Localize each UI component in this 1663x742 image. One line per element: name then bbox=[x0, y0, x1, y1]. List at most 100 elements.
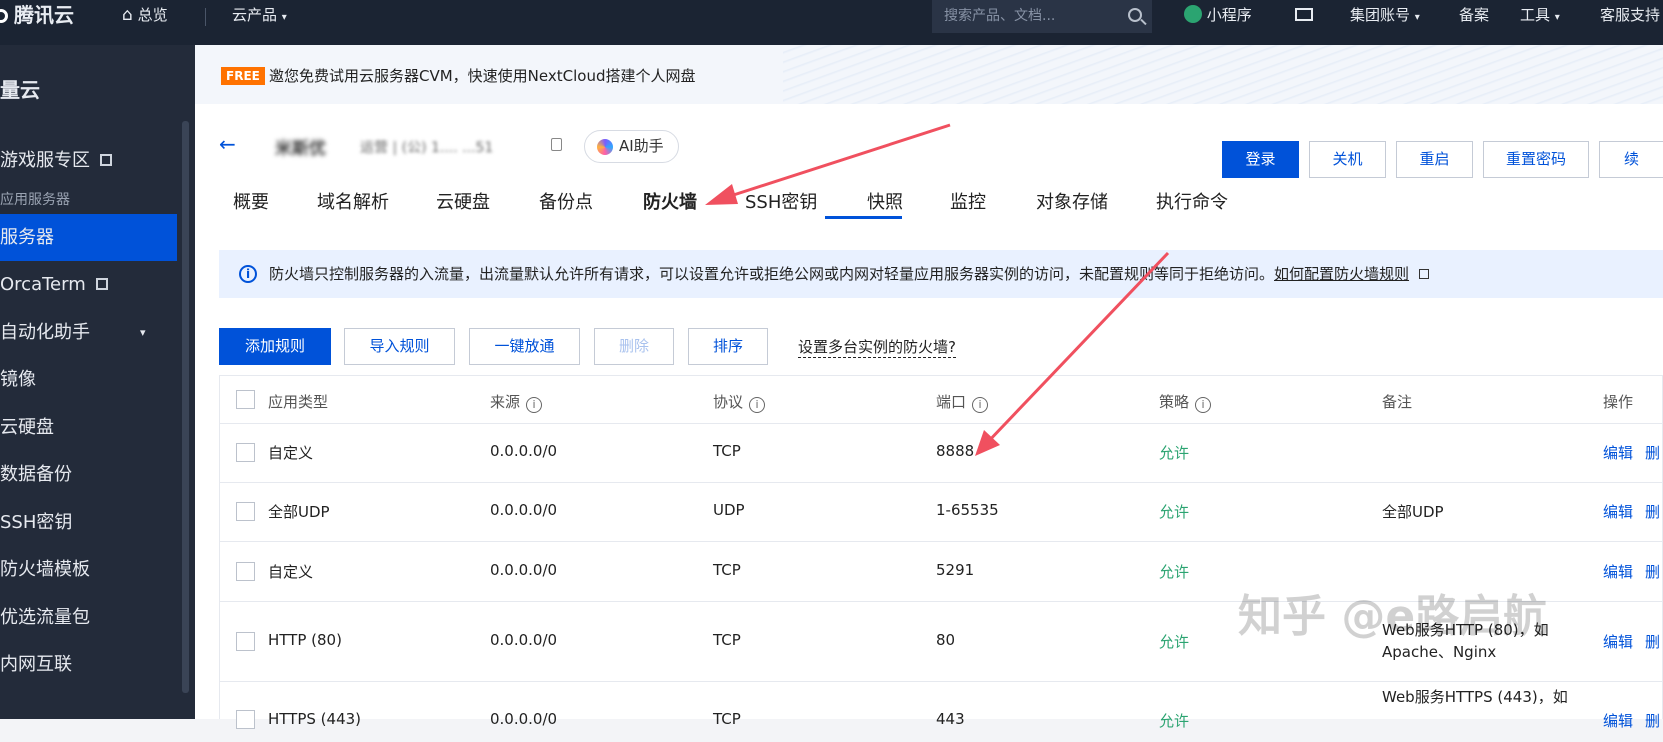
row-checkbox[interactable] bbox=[236, 562, 255, 581]
edit-link[interactable]: 编辑 bbox=[1603, 442, 1633, 463]
row-checkbox[interactable] bbox=[236, 710, 255, 729]
cell-source: 0.0.0.0/0 bbox=[490, 710, 558, 728]
firewall-help-link[interactable]: 如何配置防火墙规则 bbox=[1274, 265, 1409, 283]
cell-policy: 允许 bbox=[1159, 563, 1190, 581]
row-checkbox[interactable] bbox=[236, 443, 255, 462]
tab-snapshots[interactable]: 快照 bbox=[867, 188, 903, 214]
one-click-open-button[interactable]: 一键放通 bbox=[469, 328, 580, 365]
search-icon[interactable] bbox=[1128, 8, 1142, 22]
row-checkbox[interactable] bbox=[236, 502, 255, 521]
products-menu[interactable]: 云产品 ▾ bbox=[232, 0, 287, 45]
sidebar: 量云 游戏服专区 应用服务器 服务器 OrcaTerm 自动化助手 ▾ 镜像 云硬… bbox=[0, 45, 195, 719]
tools-menu[interactable]: 工具 ▾ bbox=[1520, 0, 1560, 45]
sidebar-scrollbar[interactable] bbox=[182, 121, 189, 693]
header-remark: 备注 bbox=[1382, 393, 1413, 411]
header-protocol: 协议 i bbox=[713, 391, 766, 413]
copy-icon[interactable] bbox=[551, 138, 562, 151]
external-link-icon bbox=[100, 154, 112, 166]
delete-link[interactable]: 删 bbox=[1645, 442, 1660, 463]
sidebar-item-images[interactable]: 镜像 bbox=[0, 356, 177, 403]
sidebar-item-traffic-packages[interactable]: 优选流量包 bbox=[0, 594, 177, 641]
cell-remark: Web服务HTTPS (443)，如 bbox=[1382, 688, 1568, 706]
edit-link[interactable]: 编辑 bbox=[1603, 501, 1633, 522]
cell-protocol: TCP bbox=[713, 561, 741, 579]
tab-overview[interactable]: 概要 bbox=[233, 188, 269, 214]
chevron-down-icon: ▾ bbox=[140, 326, 146, 339]
header-app-type: 应用类型 bbox=[268, 393, 329, 411]
header-port: 端口 i bbox=[936, 391, 989, 413]
sidebar-item-ssh-keys[interactable]: SSH密钥 bbox=[0, 499, 177, 546]
cell-port: 443 bbox=[936, 710, 965, 728]
support-link[interactable]: 客服支持 bbox=[1600, 0, 1660, 45]
sidebar-item-backup[interactable]: 数据备份 bbox=[0, 451, 177, 498]
row-checkbox[interactable] bbox=[236, 632, 255, 651]
overview-link[interactable]: ⌂ 总览 bbox=[122, 0, 168, 45]
tab-run-command[interactable]: 执行命令 bbox=[1156, 188, 1228, 214]
tencent-cloud-logo[interactable]: 腾讯云 bbox=[0, 0, 74, 45]
shutdown-button[interactable]: 关机 bbox=[1309, 141, 1386, 178]
tab-monitoring[interactable]: 监控 bbox=[950, 188, 986, 214]
cell-protocol: TCP bbox=[713, 710, 741, 728]
sort-button[interactable]: 排序 bbox=[688, 328, 768, 365]
cell-protocol: UDP bbox=[713, 501, 745, 519]
edit-link[interactable]: 编辑 bbox=[1603, 561, 1633, 582]
group-account-menu[interactable]: 集团账号 ▾ bbox=[1350, 0, 1420, 45]
help-icon[interactable]: i bbox=[526, 397, 543, 413]
multi-instance-firewall-link[interactable]: 设置多台实例的防火墙? bbox=[798, 336, 956, 358]
banner-decoration bbox=[783, 45, 1663, 104]
tab-firewall[interactable]: 防火墙 bbox=[643, 188, 697, 214]
search-input[interactable]: 搜索产品、文档... bbox=[932, 0, 1152, 33]
beian-link[interactable]: 备案 bbox=[1459, 0, 1489, 45]
cell-app-type: HTTPS (443) bbox=[268, 710, 362, 728]
chevron-down-icon: ▾ bbox=[281, 12, 287, 23]
restart-button[interactable]: 重启 bbox=[1396, 141, 1473, 178]
add-rule-button[interactable]: 添加规则 bbox=[219, 328, 331, 365]
help-icon[interactable]: i bbox=[749, 397, 766, 413]
tab-ssh-keys[interactable]: SSH密钥 bbox=[745, 188, 817, 214]
reset-password-button[interactable]: 重置密码 bbox=[1483, 141, 1589, 178]
tab-object-storage[interactable]: 对象存储 bbox=[1036, 188, 1108, 214]
table-row: HTTPS (443) 0.0.0.0/0 TCP 443 允许 Web服务HT… bbox=[220, 682, 1663, 742]
sidebar-item-automation[interactable]: 自动化助手 ▾ bbox=[0, 309, 177, 356]
instance-name: 米斯优 bbox=[275, 139, 326, 159]
ai-assistant-button[interactable]: AI助手 bbox=[584, 130, 679, 163]
table-header: 应用类型 来源 i 协议 i 端口 i 策略 i 备注 操作 bbox=[220, 376, 1663, 424]
sidebar-item-firewall-templates[interactable]: 防火墙模板 bbox=[0, 546, 177, 593]
delete-link[interactable]: 删 bbox=[1645, 561, 1660, 582]
delete-link[interactable]: 删 bbox=[1645, 710, 1660, 731]
help-icon[interactable]: i bbox=[972, 397, 989, 413]
sidebar-item-servers[interactable]: 服务器 bbox=[0, 214, 177, 261]
edit-link[interactable]: 编辑 bbox=[1603, 710, 1633, 731]
miniprogram-link[interactable]: 小程序 bbox=[1184, 0, 1252, 45]
delete-button[interactable]: 删除 bbox=[594, 328, 674, 365]
cell-app-type: HTTP (80) bbox=[268, 631, 342, 649]
active-tab-indicator bbox=[825, 216, 902, 219]
promo-banner[interactable]: FREE 邀您免费试用云服务器CVM，快速使用NextCloud搭建个人网盘 bbox=[195, 45, 1663, 104]
sidebar-item-intranet[interactable]: 内网互联 bbox=[0, 641, 177, 688]
login-button[interactable]: 登录 bbox=[1222, 141, 1299, 178]
back-arrow-icon[interactable]: ← bbox=[219, 132, 236, 156]
renew-button[interactable]: 续 bbox=[1599, 141, 1663, 178]
cloud-logo-icon bbox=[0, 9, 8, 23]
tab-backups[interactable]: 备份点 bbox=[539, 188, 593, 214]
tab-dns[interactable]: 域名解析 bbox=[317, 188, 389, 214]
sidebar-item-game-zone[interactable]: 游戏服专区 bbox=[0, 137, 177, 184]
edit-link[interactable]: 编辑 bbox=[1603, 631, 1633, 652]
cell-port: 80 bbox=[936, 631, 956, 649]
import-rule-button[interactable]: 导入规则 bbox=[344, 328, 455, 365]
banner-text: 邀您免费试用云服务器CVM，快速使用NextCloud搭建个人网盘 bbox=[269, 67, 696, 85]
select-all-checkbox[interactable] bbox=[236, 390, 255, 409]
mail-icon[interactable] bbox=[1295, 0, 1313, 45]
tab-disks[interactable]: 云硬盘 bbox=[436, 188, 490, 214]
help-icon[interactable]: i bbox=[1195, 397, 1212, 413]
delete-link[interactable]: 删 bbox=[1645, 501, 1660, 522]
delete-link[interactable]: 删 bbox=[1645, 631, 1660, 652]
sidebar-title: 量云 bbox=[0, 78, 40, 102]
home-icon: ⌂ bbox=[122, 5, 133, 25]
cell-port: 1-65535 bbox=[936, 501, 999, 519]
sidebar-item-orcaterm[interactable]: OrcaTerm bbox=[0, 261, 177, 308]
cell-port: 8888 bbox=[936, 442, 975, 460]
miniprogram-icon bbox=[1184, 5, 1202, 23]
sidebar-item-disks[interactable]: 云硬盘 bbox=[0, 404, 177, 451]
tab-bar: 概要 域名解析 云硬盘 备份点 防火墙 SSH密钥 快照 监控 对象存储 执行命… bbox=[195, 180, 1663, 220]
